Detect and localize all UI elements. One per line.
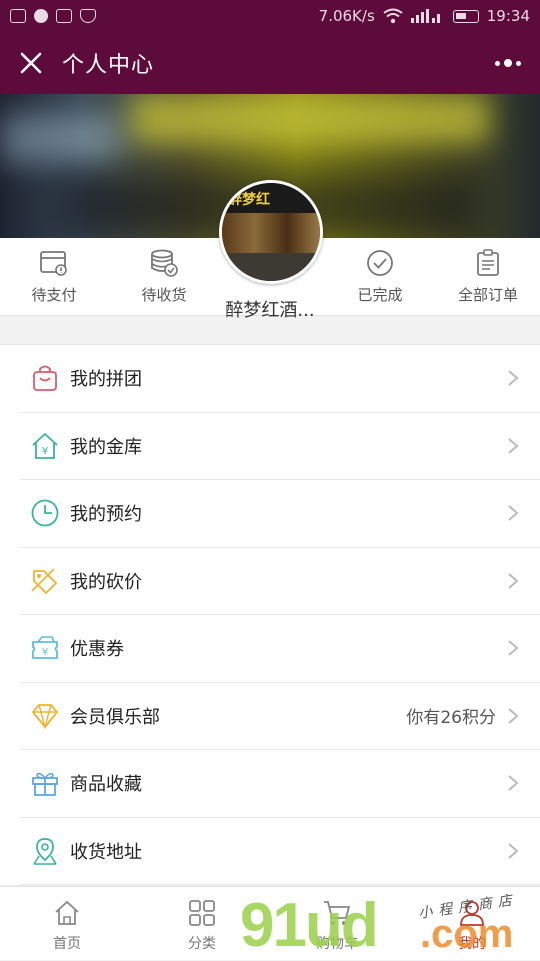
tab-home[interactable]: 首页 (22, 899, 112, 953)
home-icon (55, 900, 79, 925)
tab-mine[interactable]: 我的 (427, 899, 517, 953)
menu-item-favorites[interactable]: 商品收藏 (20, 750, 540, 818)
menu-label: 我的金库 (70, 436, 142, 458)
clock-time: 19:34 (486, 7, 530, 25)
username: 醉梦红酒... (225, 300, 315, 321)
close-icon (20, 52, 42, 74)
more-dot-icon (504, 59, 512, 67)
menu-item-group-buy[interactable]: 我的拼团 (20, 345, 540, 413)
status-left-icons (10, 9, 96, 23)
clock-icon (31, 499, 59, 527)
avatar-storefront-floor (222, 253, 320, 281)
tab-cart[interactable]: 购物车 (292, 899, 382, 953)
shield-icon (80, 9, 96, 23)
svg-text:¥: ¥ (42, 647, 48, 658)
svg-text:¥: ¥ (42, 446, 48, 457)
battery-icon (452, 9, 479, 23)
chevron-right-icon (508, 370, 519, 387)
status-right: 7.06K/s 19:34 (319, 7, 530, 25)
chevron-right-icon (508, 640, 519, 657)
price-tag-icon (31, 568, 58, 595)
avatar-storefront-window (222, 213, 320, 253)
tab-category[interactable]: 分类 (157, 899, 247, 953)
menu-label: 收货地址 (70, 841, 142, 863)
menu-item-address[interactable]: 收货地址 (20, 818, 540, 885)
chevron-right-icon (508, 842, 519, 859)
coin-stack-icon (151, 249, 178, 277)
menu-label: 商品收藏 (70, 774, 142, 796)
title-bar: 个人中心 (0, 32, 540, 94)
more-options-button[interactable] (488, 48, 528, 78)
order-label: 全部订单 (457, 286, 518, 304)
menu-label: 优惠券 (70, 639, 124, 661)
order-pending-receipt[interactable]: 待收货 (114, 248, 214, 305)
menu-label: 我的拼团 (70, 369, 142, 391)
close-button[interactable] (0, 32, 62, 94)
status-bar: 7.06K/s 19:34 (0, 0, 540, 32)
check-circle-icon (367, 250, 393, 276)
wifi-icon (383, 8, 403, 24)
order-label: 已完成 (357, 286, 403, 304)
order-label: 待收货 (141, 286, 187, 304)
banner-blur (0, 114, 120, 164)
chevron-right-icon (508, 572, 519, 589)
menu-item-bargain[interactable]: 我的砍价 (20, 548, 540, 615)
user-icon (460, 901, 484, 926)
menu-label: 会员俱乐部 (70, 706, 160, 728)
house-yen-icon: ¥ (32, 432, 58, 459)
tab-label: 我的 (458, 936, 486, 952)
gift-icon (32, 773, 58, 797)
menu-item-coupons[interactable]: ¥ 优惠券 (20, 615, 540, 683)
diamond-icon (31, 703, 59, 729)
network-speed: 7.06K/s (318, 7, 375, 25)
message-icon (10, 9, 26, 23)
order-all[interactable]: 全部订单 (438, 248, 538, 305)
grid-icon (189, 900, 215, 926)
order-completed[interactable]: 已完成 (330, 248, 430, 305)
bottom-tab-bar: 首页 分类 购物车 我的 (0, 886, 540, 960)
page-title: 个人中心 (62, 53, 155, 78)
tab-label: 购物车 (316, 936, 358, 952)
tab-label: 分类 (188, 936, 216, 952)
chevron-right-icon (508, 505, 519, 522)
menu-label: 我的预约 (70, 504, 142, 526)
points-value: 你有26积分 (406, 708, 496, 729)
chevron-right-icon (508, 707, 519, 724)
avatar[interactable]: 醉梦红 (219, 180, 323, 284)
more-dot-icon (516, 60, 521, 66)
menu-item-member-club[interactable]: 会员俱乐部 你有26积分 (20, 683, 540, 750)
menu-label: 我的砍价 (70, 571, 142, 593)
image-icon (56, 9, 72, 23)
map-pin-icon (33, 837, 57, 865)
menu-item-vault[interactable]: ¥ 我的金库 (20, 413, 540, 480)
menu-list: 我的拼团 ¥ 我的金库 我的预约 我的砍价 ¥ 优惠券 会员俱乐部 你有26积分… (0, 344, 540, 885)
tab-label: 首页 (53, 936, 81, 952)
notification-icon (34, 9, 48, 23)
coupon-icon: ¥ (32, 636, 58, 660)
shopping-bag-icon (33, 365, 57, 392)
order-pending-payment[interactable]: 待支付 (4, 248, 104, 305)
menu-item-reservation[interactable]: 我的预约 (20, 480, 540, 548)
wallet-icon (40, 251, 67, 276)
store-sign: 醉梦红 (228, 192, 270, 208)
order-label: 待支付 (31, 286, 77, 304)
chevron-right-icon (508, 775, 519, 792)
cart-icon (324, 901, 351, 925)
chevron-right-icon (508, 437, 519, 454)
banner-blur (130, 94, 490, 144)
clipboard-icon (477, 249, 499, 276)
more-dot-icon (495, 60, 500, 66)
signal-icon (410, 9, 440, 23)
